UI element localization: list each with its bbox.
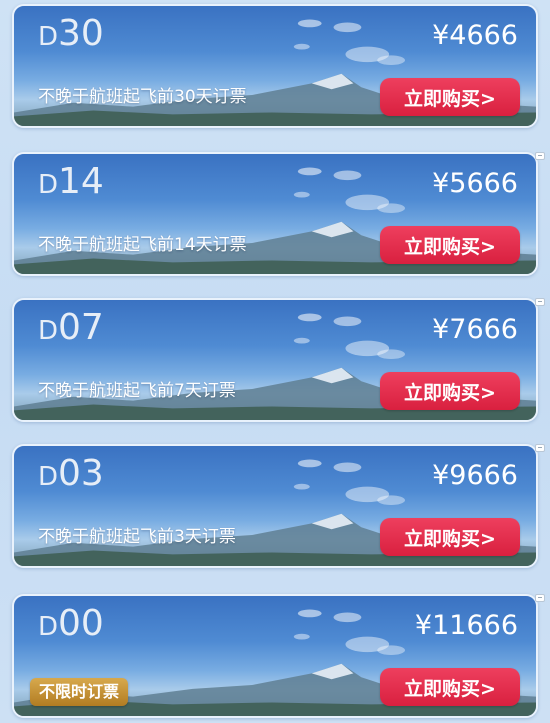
code-number: 00 (58, 603, 104, 644)
price-label: ¥4666 (432, 20, 518, 51)
ticket-card-d14: D14 ¥5666 不晚于航班起飞前14天订票 立即购买> (12, 152, 538, 276)
booking-code: D30 (38, 16, 104, 52)
buy-now-button[interactable]: 立即购买> (380, 372, 520, 410)
booking-condition-text: 不晚于航班起飞前3天订票 (38, 527, 236, 547)
collapse-icon (535, 298, 545, 306)
unlimited-booking-badge: 不限时订票 (30, 678, 129, 706)
booking-condition-text: 不晚于航班起飞前30天订票 (38, 87, 247, 107)
buy-now-button[interactable]: 立即购买> (380, 78, 520, 116)
code-number: 07 (58, 307, 104, 348)
booking-code: D07 (38, 310, 104, 346)
price-label: ¥7666 (432, 314, 518, 345)
ticket-card-d07: D07 ¥7666 不晚于航班起飞前7天订票 立即购买> (12, 298, 538, 422)
booking-code: D03 (38, 456, 104, 492)
code-letter: D (38, 170, 59, 200)
price-label: ¥5666 (432, 168, 518, 199)
booking-condition-text: 不晚于航班起飞前14天订票 (38, 235, 247, 255)
ticket-card-d30: D30 ¥4666 不晚于航班起飞前30天订票 立即购买> (12, 4, 538, 128)
booking-code: D00 (38, 606, 104, 642)
code-letter: D (38, 462, 59, 492)
buy-now-button[interactable]: 立即购买> (380, 668, 520, 706)
collapse-icon (535, 594, 545, 602)
ticket-card-d00: D00 ¥11666 不限时订票 立即购买> (12, 594, 538, 718)
booking-condition-text: 不晚于航班起飞前7天订票 (38, 381, 236, 401)
code-letter: D (38, 22, 59, 52)
code-letter: D (38, 316, 59, 346)
collapse-icon (535, 444, 545, 452)
price-label: ¥9666 (432, 460, 518, 491)
collapse-icon (535, 152, 545, 160)
buy-now-button[interactable]: 立即购买> (380, 518, 520, 556)
code-number: 03 (58, 453, 104, 494)
code-number: 14 (58, 161, 104, 202)
buy-now-button[interactable]: 立即购买> (380, 226, 520, 264)
booking-code: D14 (38, 164, 104, 200)
price-label: ¥11666 (414, 610, 518, 641)
code-number: 30 (58, 13, 104, 54)
code-letter: D (38, 612, 59, 642)
ticket-card-d03: D03 ¥9666 不晚于航班起飞前3天订票 立即购买> (12, 444, 538, 568)
